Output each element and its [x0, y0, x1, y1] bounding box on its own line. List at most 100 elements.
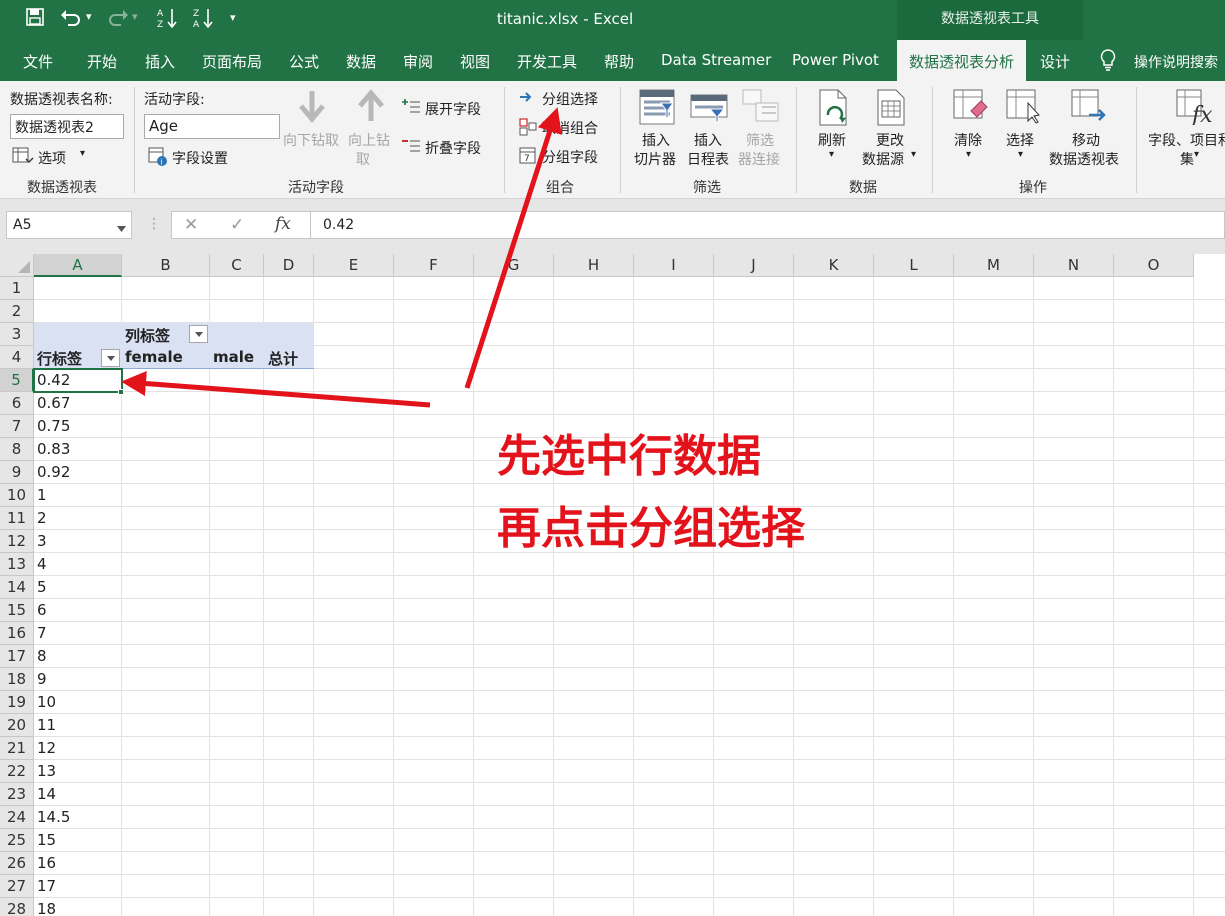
ungroup-icon[interactable] — [519, 118, 537, 140]
tab-power-pivot[interactable]: Power Pivot — [792, 51, 879, 69]
column-header-g[interactable]: G — [474, 254, 554, 277]
fields-items-sets-button[interactable]: 字段、项目和 — [1148, 130, 1225, 150]
tab-help[interactable]: 帮助 — [604, 51, 634, 72]
timeline-icon[interactable] — [690, 89, 728, 129]
row-label-cell[interactable]: 14 — [37, 785, 56, 803]
tab-home[interactable]: 开始 — [87, 51, 117, 72]
fill-handle[interactable] — [118, 389, 124, 395]
select-all-corner[interactable] — [0, 254, 34, 277]
name-box-dropdown-icon[interactable] — [117, 220, 126, 236]
row-header-17[interactable]: 17 — [0, 645, 34, 668]
row-header-8[interactable]: 8 — [0, 438, 34, 461]
expand-field-button[interactable]: 展开字段 — [425, 99, 481, 119]
row-label-cell[interactable]: 1 — [37, 486, 47, 504]
refresh-dropdown-icon[interactable]: ▾ — [829, 149, 834, 160]
row-label-cell[interactable]: 0.83 — [37, 440, 70, 458]
row-label-cell[interactable]: 17 — [37, 877, 56, 895]
row-label-cell[interactable]: 10 — [37, 693, 56, 711]
row-header-12[interactable]: 12 — [0, 530, 34, 553]
pivot-name-input[interactable]: 数据透视表2 — [10, 114, 124, 139]
row-header-13[interactable]: 13 — [0, 553, 34, 576]
filter-connections-button[interactable]: 筛选 — [746, 130, 774, 150]
fields-items-sets-dropdown-icon[interactable]: ▾ — [1194, 149, 1199, 160]
row-header-25[interactable]: 25 — [0, 829, 34, 852]
tab-developer[interactable]: 开发工具 — [517, 51, 577, 72]
select-button[interactable]: 选择 — [1006, 130, 1034, 150]
row-label-cell[interactable]: 4 — [37, 555, 47, 573]
row-header-9[interactable]: 9 — [0, 461, 34, 484]
tab-design[interactable]: 设计 — [1040, 51, 1070, 72]
row-header-11[interactable]: 11 — [0, 507, 34, 530]
row-label-cell[interactable]: 18 — [37, 900, 56, 916]
column-header-h[interactable]: H — [554, 254, 634, 277]
row-header-20[interactable]: 20 — [0, 714, 34, 737]
column-header-a[interactable]: A — [34, 254, 122, 277]
formula-input[interactable]: 0.42 — [311, 211, 1225, 239]
tab-data-streamer[interactable]: Data Streamer — [661, 51, 771, 69]
ungroup-button[interactable]: 取消组合 — [542, 118, 598, 138]
drill-down-button[interactable]: 向下钻取 — [283, 130, 339, 150]
move-pivot-button[interactable]: 移动 — [1072, 130, 1100, 150]
row-label-cell[interactable]: 0.75 — [37, 417, 70, 435]
change-source-dropdown-icon[interactable]: ▾ — [911, 149, 916, 160]
row-header-18[interactable]: 18 — [0, 668, 34, 691]
row-label-cell[interactable]: 11 — [37, 716, 56, 734]
move-pivot-icon[interactable] — [1071, 89, 1107, 129]
row-header-3[interactable]: 3 — [0, 323, 34, 346]
row-header-5[interactable]: 5 — [0, 369, 34, 392]
cancel-icon[interactable]: ✕ — [184, 215, 198, 235]
row-label-cell[interactable]: 6 — [37, 601, 47, 619]
options-button[interactable]: 选项 — [38, 148, 66, 168]
group-field-icon[interactable]: 7 — [519, 147, 537, 169]
insert-timeline-button[interactable]: 插入 — [694, 130, 722, 150]
row-label-cell[interactable]: 13 — [37, 762, 56, 780]
lightbulb-icon[interactable] — [1100, 49, 1116, 71]
tab-review[interactable]: 审阅 — [403, 51, 433, 72]
column-header-l[interactable]: L — [874, 254, 954, 277]
row-header-27[interactable]: 27 — [0, 875, 34, 898]
tab-file[interactable]: 文件 — [23, 51, 53, 72]
tab-data[interactable]: 数据 — [346, 51, 376, 72]
row-header-26[interactable]: 26 — [0, 852, 34, 875]
row-label-cell[interactable]: 15 — [37, 831, 56, 849]
row-label-cell[interactable]: 16 — [37, 854, 56, 872]
expand-field-icon[interactable] — [401, 99, 421, 119]
row-header-15[interactable]: 15 — [0, 599, 34, 622]
tab-insert[interactable]: 插入 — [145, 51, 175, 72]
clear-icon[interactable] — [953, 89, 989, 129]
row-header-16[interactable]: 16 — [0, 622, 34, 645]
row-header-10[interactable]: 10 — [0, 484, 34, 507]
group-selection-icon[interactable] — [519, 90, 535, 108]
fields-items-sets-icon[interactable]: fx — [1176, 89, 1216, 129]
refresh-button[interactable]: 刷新 — [818, 130, 846, 150]
column-header-total[interactable]: 总计 — [268, 348, 298, 369]
collapse-field-button[interactable]: 折叠字段 — [425, 138, 481, 158]
tell-me-search[interactable]: 操作说明搜索 — [1134, 52, 1218, 72]
column-header-e[interactable]: E — [314, 254, 394, 277]
row-header-19[interactable]: 19 — [0, 691, 34, 714]
field-settings-icon[interactable]: i — [148, 147, 168, 171]
clear-dropdown-icon[interactable]: ▾ — [966, 149, 971, 160]
row-header-28[interactable]: 28 — [0, 898, 34, 916]
tab-formulas[interactable]: 公式 — [289, 51, 319, 72]
column-labels-header[interactable]: 列标签 — [125, 325, 170, 346]
tab-page-layout[interactable]: 页面布局 — [202, 51, 262, 72]
row-header-21[interactable]: 21 — [0, 737, 34, 760]
column-header-o[interactable]: O — [1114, 254, 1194, 277]
row-header-2[interactable]: 2 — [0, 300, 34, 323]
row-header-14[interactable]: 14 — [0, 576, 34, 599]
row-header-24[interactable]: 24 — [0, 806, 34, 829]
column-header-d[interactable]: D — [264, 254, 314, 277]
options-icon[interactable] — [12, 147, 34, 169]
row-label-cell[interactable]: 8 — [37, 647, 47, 665]
column-header-k[interactable]: K — [794, 254, 874, 277]
row-header-7[interactable]: 7 — [0, 415, 34, 438]
row-header-4[interactable]: 4 — [0, 346, 34, 369]
tab-view[interactable]: 视图 — [460, 51, 490, 72]
row-label-cell[interactable]: 14.5 — [37, 808, 70, 826]
select-dropdown-icon[interactable]: ▾ — [1018, 149, 1023, 160]
active-field-input[interactable]: Age — [144, 114, 280, 139]
enter-icon[interactable]: ✓ — [230, 215, 244, 235]
row-label-cell[interactable]: 0.92 — [37, 463, 70, 481]
slicer-icon[interactable] — [639, 89, 675, 129]
